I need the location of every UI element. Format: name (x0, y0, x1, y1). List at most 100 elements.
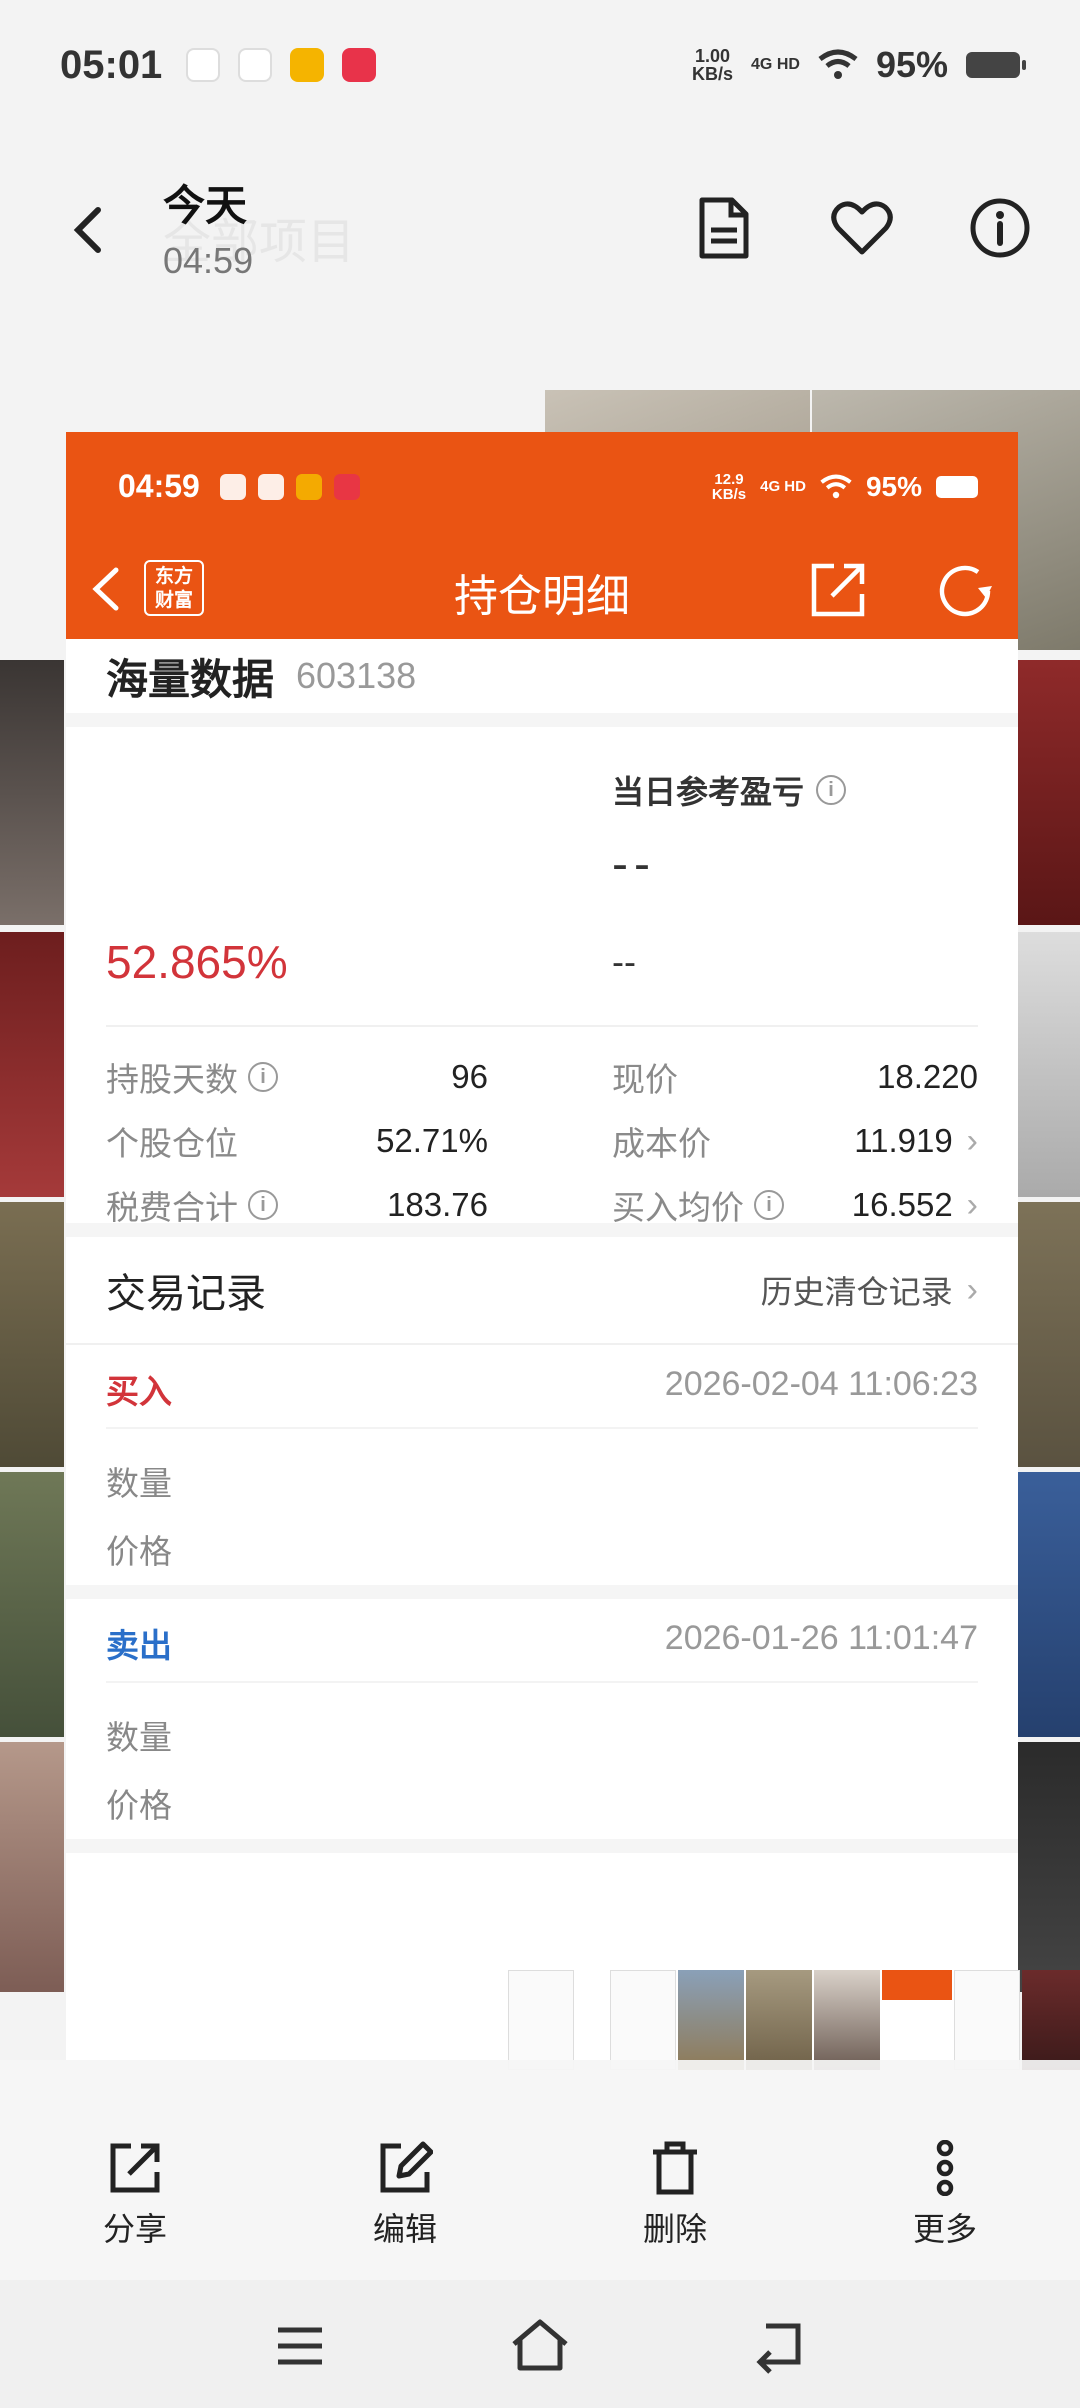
back-icon[interactable] (750, 2316, 810, 2376)
heart-icon (831, 201, 893, 255)
fees-value: 183.76 (387, 1186, 488, 1223)
inner-status-time: 04:59 (118, 468, 200, 504)
thumbnail[interactable] (1022, 1970, 1080, 2070)
info-button[interactable] (960, 188, 1040, 268)
info-icon: i (754, 1190, 784, 1220)
info-icon: i (816, 775, 847, 805)
thumbnail-current[interactable] (882, 1970, 952, 2070)
history-link: 历史清仓记录 › (760, 1270, 978, 1311)
trade-type-buy: 买入 (106, 1373, 172, 1410)
more-icon (936, 2140, 954, 2196)
daily-pnl-value: -- (612, 838, 656, 891)
wifi-icon (818, 49, 858, 79)
edit-button[interactable]: 编辑 (345, 2140, 465, 2250)
inner-network-speed: 12.9 KB/s (711, 470, 747, 503)
gallery-title: 今天 (163, 182, 248, 229)
thumbnail[interactable] (954, 1970, 1020, 2070)
pnl-section: 当日参考盈亏 i -- 52.865% -- (106, 727, 978, 1027)
photo-thumbnail[interactable] (0, 932, 64, 1197)
gallery-header: 全部项目 今天 04:59 (0, 150, 1080, 300)
tiktok-icon (219, 473, 246, 500)
divider (106, 1427, 978, 1429)
divider (106, 1681, 978, 1683)
stock-code: 603138 (296, 655, 417, 696)
trade-record: 卖出 2026-01-26 11:01:47 数量 价格 (66, 1599, 1018, 1853)
stock-name: 海量数据 (106, 655, 275, 703)
hold-days-label: 持股天数 i (106, 1047, 278, 1107)
share-button[interactable]: 分享 (75, 2140, 195, 2250)
thumbnail[interactable] (746, 1970, 812, 2070)
info-icon: i (248, 1062, 278, 1092)
music-icon (257, 473, 284, 500)
daily-pnl-sub-value: -- (612, 941, 636, 982)
screenshot-image: 04:59 12.9 KB/s 4G HD 95% 东方 财富 持仓明细 海量数… (66, 432, 1018, 2067)
network-speed: 1.00 KB/s (692, 46, 734, 84)
hold-days-value: 96 (451, 1058, 488, 1095)
photo-thumbnail[interactable] (1018, 1202, 1080, 1467)
trade-record: 买入 2026-02-04 11:06:23 数量 价格 (66, 1345, 1018, 1599)
share-icon (110, 2143, 160, 2193)
weibo-icon (295, 473, 322, 500)
share-icon (811, 563, 865, 617)
chevron-right-icon: › (966, 1185, 978, 1224)
photo-thumbnail[interactable] (1018, 1472, 1080, 1737)
position-label: 个股仓位 (106, 1125, 238, 1162)
photo-thumbnail[interactable] (1018, 660, 1080, 925)
music-icon (238, 48, 273, 82)
battery-icon (936, 475, 978, 498)
cost-value: 11.919 › (854, 1121, 978, 1160)
chevron-right-icon: › (966, 1270, 978, 1309)
trash-icon (653, 2141, 697, 2195)
back-icon[interactable] (60, 200, 120, 260)
notification-icons (186, 48, 377, 82)
menu-icon[interactable] (270, 2316, 330, 2376)
refresh-icon (939, 565, 992, 617)
app-icon (342, 48, 377, 82)
price-value: 18.220 (877, 1058, 978, 1095)
info-icon (970, 198, 1030, 258)
trade-type-sell: 卖出 (106, 1627, 172, 1664)
photo-thumbnail[interactable] (0, 1742, 64, 1992)
system-nav-bar (0, 2280, 1080, 2408)
gallery-time: 04:59 (163, 240, 254, 281)
photo-thumbnail[interactable] (1018, 932, 1080, 1197)
weibo-icon (290, 48, 325, 82)
daily-pnl-label: 当日参考盈亏 i (612, 767, 847, 813)
wifi-icon (820, 474, 852, 498)
photo-thumbnail[interactable] (0, 1202, 64, 1467)
photo-thumbnail[interactable] (1018, 1742, 1080, 1992)
app-header: 04:59 12.9 KB/s 4G HD 95% 东方 财富 持仓明细 (66, 432, 1018, 639)
trade-date: 2026-01-26 11:01:47 (664, 1619, 978, 1657)
favorite-button[interactable] (822, 188, 902, 268)
details-button[interactable] (684, 188, 764, 268)
photo-thumbnail[interactable] (0, 1472, 64, 1737)
status-time: 05:01 (60, 42, 163, 87)
thumbnail[interactable] (814, 1970, 880, 2070)
more-button[interactable]: 更多 (885, 2140, 1005, 2250)
quantity-label: 数量 (106, 1465, 172, 1502)
document-icon (699, 197, 749, 259)
home-icon[interactable] (508, 2316, 572, 2376)
delete-button[interactable]: 删除 (615, 2140, 735, 2250)
trade-date: 2026-02-04 11:06:23 (664, 1365, 978, 1403)
inner-battery-percent: 95% (865, 470, 922, 502)
thumbnail[interactable] (678, 1970, 744, 2070)
records-title: 交易记录 (106, 1272, 266, 1316)
network-type: 4G HD (751, 56, 800, 73)
battery-icon (966, 52, 1026, 78)
price-label: 价格 (106, 1787, 172, 1824)
thumbnail[interactable] (610, 1970, 676, 2070)
bottom-action-bar: 分享 编辑 删除 更多 (0, 2060, 1080, 2280)
status-bar: 05:01 1.00 KB/s 4G HD 95% (0, 0, 1080, 130)
stock-header: 海量数据 603138 (66, 639, 1018, 727)
position-stats: 持股天数 i 96 现价 18.220 个股仓位 52.71% 成本价 11.91… (66, 1027, 1018, 1237)
inner-network-type: 4G HD (760, 478, 806, 495)
avg-buy-value: 16.552 › (851, 1185, 978, 1224)
fees-label: 税费合计 i (106, 1175, 278, 1235)
avg-buy-label: 买入均价 i (612, 1175, 784, 1235)
thumbnail[interactable] (508, 1970, 574, 2070)
photo-thumbnail[interactable] (0, 660, 64, 925)
page-title: 持仓明细 (454, 572, 630, 621)
price-label: 价格 (106, 1533, 172, 1570)
info-icon: i (248, 1190, 278, 1220)
